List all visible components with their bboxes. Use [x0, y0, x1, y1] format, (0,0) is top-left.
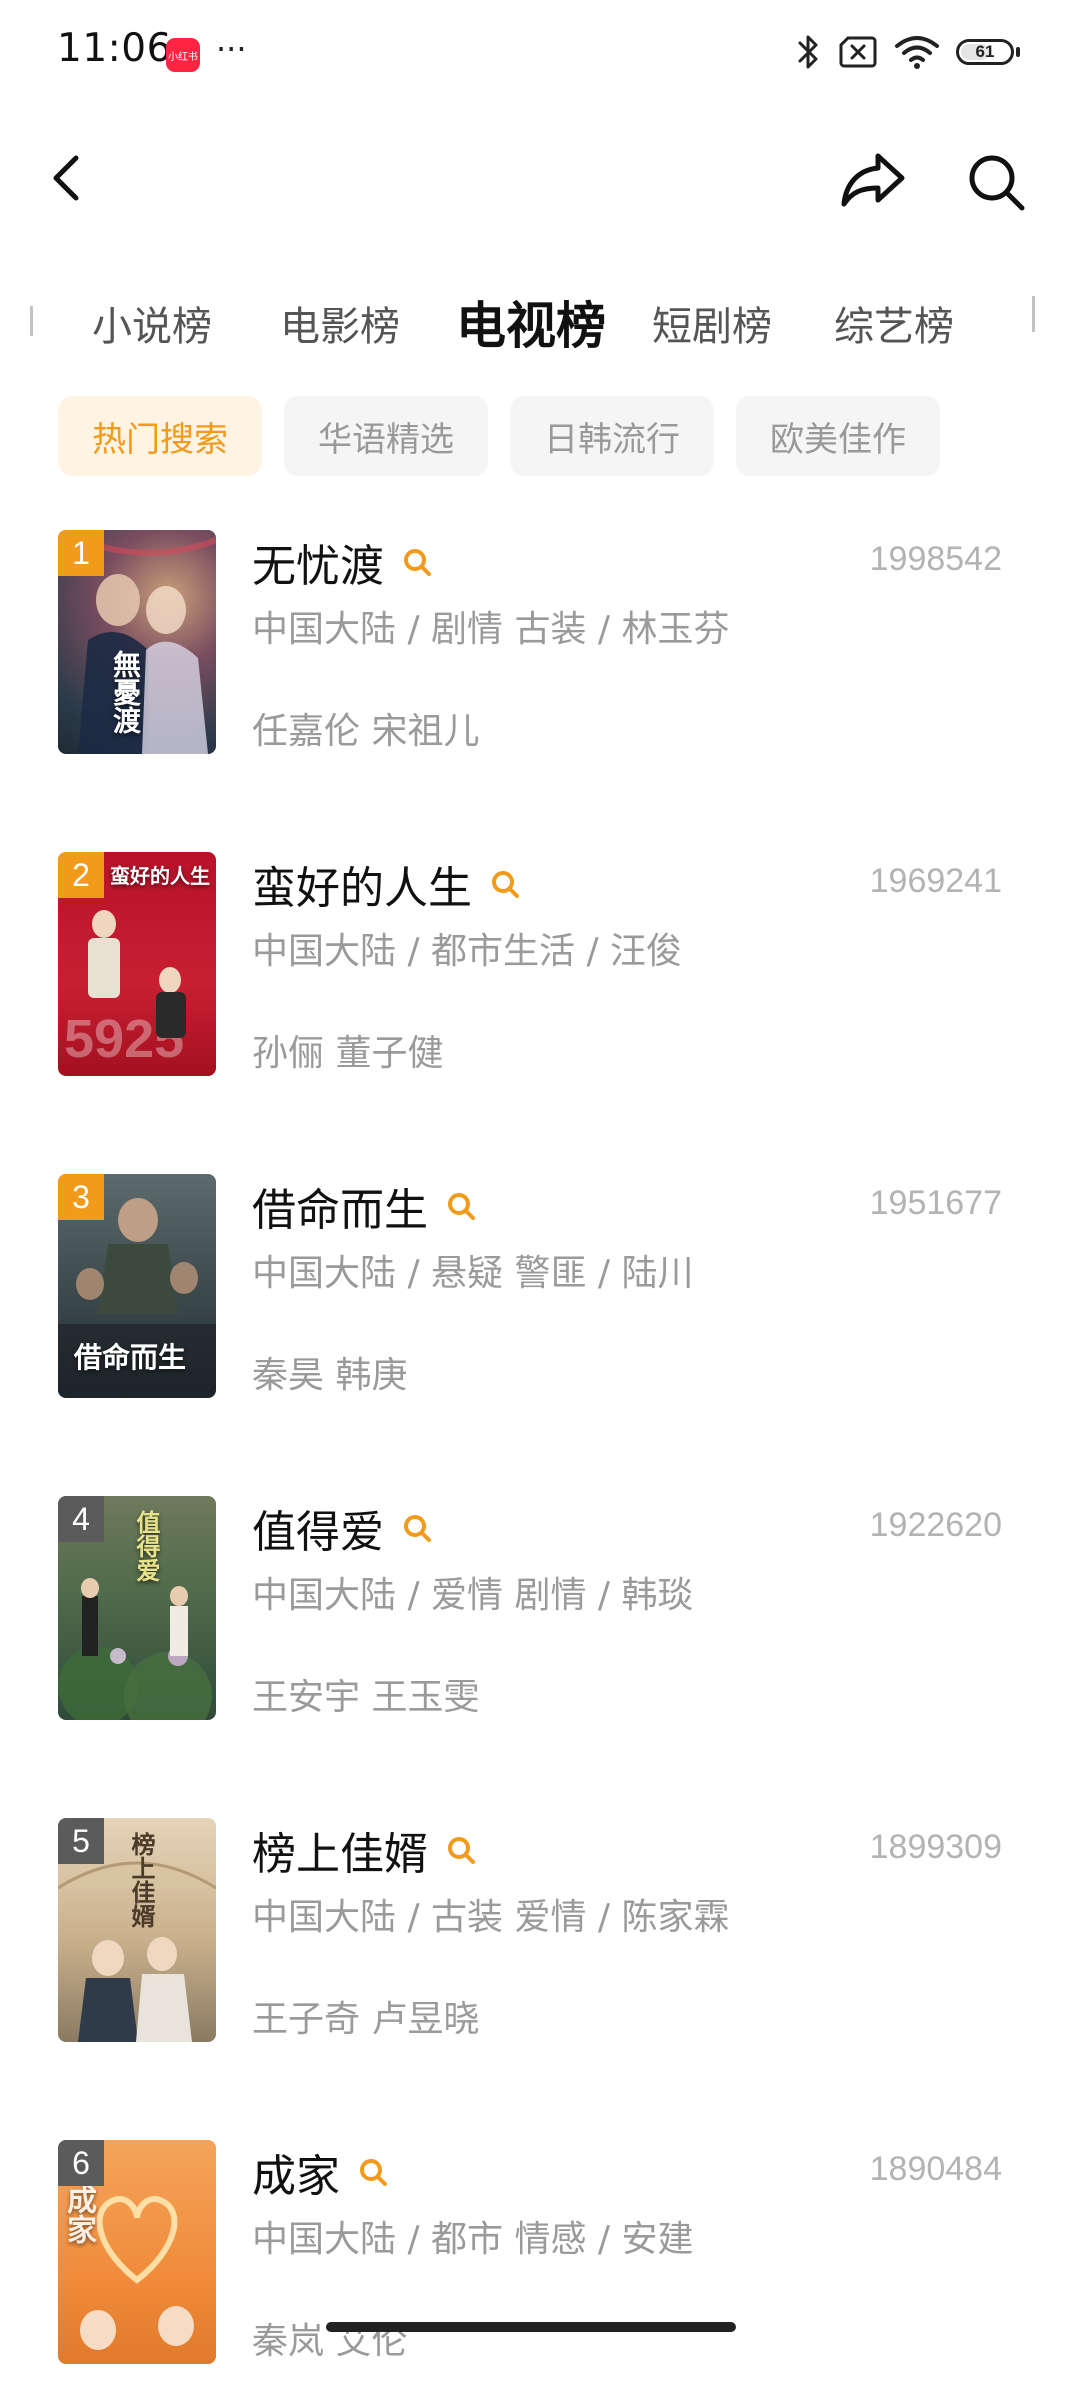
item-title: 成家: [252, 2151, 340, 2202]
status-time: 11:06: [57, 26, 172, 71]
item-meta: 中国大陆 / 爱情 剧情 / 韩琰: [252, 1575, 694, 1616]
poster-title: 成家: [61, 2184, 96, 2244]
battery-percent: 61: [975, 42, 995, 61]
poster-image[interactable]: 成家 6: [58, 2140, 216, 2364]
poster-title: 無憂渡: [109, 650, 142, 734]
home-indicator[interactable]: [326, 2322, 736, 2332]
battery-tip: [1016, 47, 1020, 57]
search-icon: [448, 1193, 475, 1220]
search-icon: [360, 2159, 387, 2186]
no-sim-icon: [839, 36, 877, 68]
poster-title: 借命而生: [74, 1341, 187, 1374]
chip-hot-search[interactable]: 热门搜索: [58, 396, 262, 476]
item-cast: 王安宇 王玉雯: [252, 1677, 480, 1718]
item-title: 值得爱: [252, 1507, 384, 1558]
tab-movie[interactable]: 电影榜: [280, 294, 400, 352]
item-cast: 孙俪 董子健: [252, 1033, 444, 1074]
search-icon: [448, 1837, 475, 1864]
item-cast: 王子奇 卢昱晓: [252, 1999, 480, 2040]
rank-badge: 6: [58, 2140, 104, 2186]
tab-short-drama[interactable]: 短剧榜: [652, 294, 772, 352]
chip-western-classics[interactable]: 欧美佳作: [736, 396, 940, 476]
poster-title: 蛮好的人生: [110, 864, 210, 888]
list-item[interactable]: 榜上佳婿 5 榜上佳婿 1899309 中国大陆 / 古装 爱情 / 陈家霖 王…: [0, 1818, 1080, 2138]
rank-badge: 1: [58, 530, 104, 576]
rank-number: 3: [72, 1178, 90, 1215]
search-icon: [404, 549, 431, 576]
app-notification-icon: 小红书: [166, 38, 200, 72]
item-cast: 秦昊 韩庚: [252, 1355, 408, 1396]
rank-number: 4: [72, 1500, 90, 1537]
tab-novel[interactable]: 小说榜: [92, 294, 212, 352]
search-count: 1951677: [869, 1184, 1002, 1222]
list-item[interactable]: 值得爱 4 值得爱 1922620 中国大陆 / 爱情 剧情 / 韩琰 王安宇 …: [0, 1496, 1080, 1816]
battery-icon: 61: [956, 39, 1014, 65]
item-title: 借命而生: [252, 1185, 428, 1236]
item-meta: 中国大陆 / 都市 情感 / 安建: [252, 2219, 694, 2260]
rank-badge: 3: [58, 1174, 104, 1220]
search-count: 1998542: [869, 540, 1002, 578]
status-bar: 11:06 小红书 ··· 61: [0, 0, 1080, 100]
tab-overflow-left: [30, 306, 41, 336]
filter-chips: 热门搜索 华语精选 日韩流行 欧美佳作: [58, 396, 940, 476]
item-title-row: 成家: [252, 2140, 388, 2204]
rank-number: 5: [72, 1822, 90, 1859]
item-meta: 中国大陆 / 古装 爱情 / 陈家霖: [252, 1897, 730, 1938]
search-icon: [492, 871, 519, 898]
list-item[interactable]: 成家 6 成家 1890484 中国大陆 / 都市 情感 / 安建 秦岚 艾伦: [0, 2140, 1080, 2366]
tab-tv[interactable]: 电视榜: [456, 286, 606, 358]
bluetooth-icon: [798, 35, 818, 69]
chip-chinese-picks[interactable]: 华语精选: [284, 396, 488, 476]
list-item[interactable]: 無憂渡 1 无忧渡 1998542 中国大陆 / 剧情 古装 / 林玉芬 任嘉伦…: [0, 530, 1080, 850]
more-notifications-icon: ···: [216, 30, 247, 68]
poster-title: 榜上佳婿: [127, 1832, 155, 1928]
search-count: 1890484: [869, 2150, 1002, 2188]
tab-variety[interactable]: 综艺榜: [834, 294, 954, 352]
item-cast: 任嘉伦 宋祖儿: [252, 711, 480, 752]
search-button[interactable]: [964, 150, 1028, 214]
item-title: 榜上佳婿: [252, 1829, 428, 1880]
search-count: 1922620: [869, 1506, 1002, 1544]
rank-badge: 2: [58, 852, 104, 898]
share-button[interactable]: [838, 148, 908, 212]
rank-badge: 5: [58, 1818, 104, 1864]
item-title: 无忧渡: [252, 541, 384, 592]
search-icon: [404, 1515, 431, 1542]
poster-image[interactable]: 借命而生 3: [58, 1174, 216, 1398]
chip-jk-popular[interactable]: 日韩流行: [510, 396, 714, 476]
tab-overflow-right: [1032, 296, 1045, 332]
share-icon: [841, 153, 905, 207]
item-title-row: 榜上佳婿: [252, 1818, 476, 1882]
rank-badge: 4: [58, 1496, 104, 1542]
item-title-row: 无忧渡: [252, 530, 432, 594]
search-icon: [969, 155, 1025, 211]
search-count: 1899309: [869, 1828, 1002, 1866]
poster-image[interactable]: 值得爱 4: [58, 1496, 216, 1720]
rank-number: 2: [72, 856, 90, 893]
wifi-icon: [895, 36, 939, 69]
item-title-row: 值得爱: [252, 1496, 432, 1560]
poster-image[interactable]: 榜上佳婿 5: [58, 1818, 216, 2042]
poster-title: 值得爱: [132, 1510, 160, 1582]
category-tabs: 小说榜 电影榜 电视榜 短剧榜 综艺榜: [0, 280, 1080, 360]
list-item[interactable]: 借命而生 3 借命而生 1951677 中国大陆 / 悬疑 警匪 / 陆川 秦昊…: [0, 1174, 1080, 1494]
poster-image[interactable]: 5925 蛮好的人生 2: [58, 852, 216, 1076]
poster-image[interactable]: 無憂渡 1: [58, 530, 216, 754]
search-count: 1969241: [869, 862, 1002, 900]
item-meta: 中国大陆 / 都市生活 / 汪俊: [252, 931, 683, 972]
item-meta: 中国大陆 / 剧情 古装 / 林玉芬: [252, 609, 730, 650]
item-title-row: 借命而生: [252, 1174, 476, 1238]
rank-number: 1: [72, 534, 90, 571]
top-nav: [0, 130, 1080, 230]
item-meta: 中国大陆 / 悬疑 警匪 / 陆川: [252, 1253, 694, 1294]
back-button[interactable]: [40, 148, 100, 208]
list-item[interactable]: 5925 蛮好的人生 2 蛮好的人生 1969241 中国大陆 / 都市生活 /…: [0, 852, 1080, 1172]
status-icons: 61: [796, 30, 1020, 74]
item-title: 蛮好的人生: [252, 863, 472, 914]
item-title-row: 蛮好的人生: [252, 852, 520, 916]
item-cast: 秦岚 艾伦: [252, 2321, 408, 2362]
rank-number: 6: [72, 2144, 90, 2181]
back-arrow-icon: [53, 155, 79, 201]
